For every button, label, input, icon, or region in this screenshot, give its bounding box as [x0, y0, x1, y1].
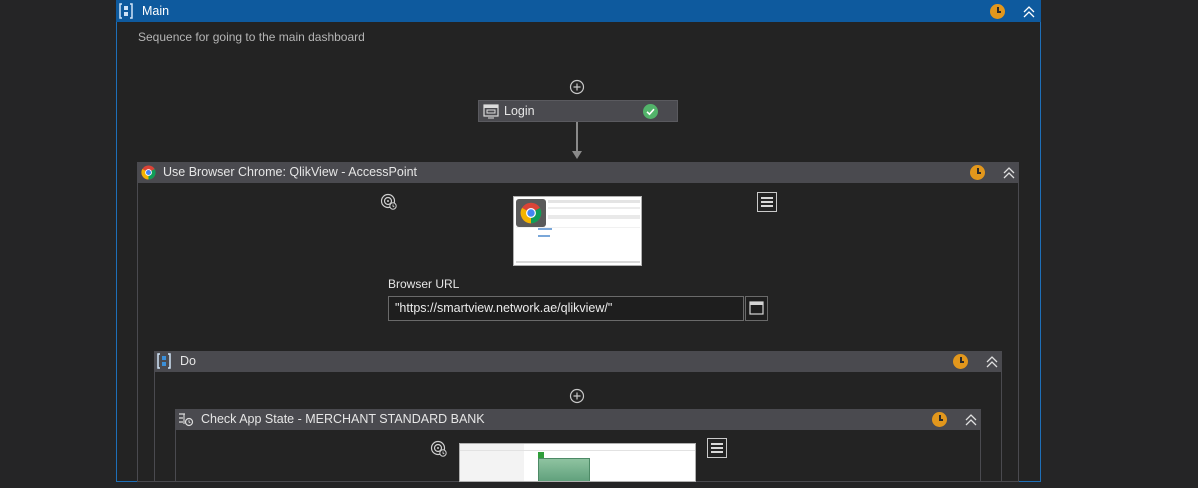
- do-title: Do: [180, 354, 196, 368]
- add-activity-button[interactable]: [569, 79, 585, 95]
- success-check-icon: [643, 104, 658, 119]
- do-header[interactable]: Do: [154, 351, 1002, 372]
- thumbnail-divider: [516, 227, 640, 228]
- login-activity[interactable]: Login: [478, 100, 678, 122]
- sequence-icon: [119, 3, 133, 19]
- collapse-icon[interactable]: [985, 355, 999, 369]
- properties-menu-button[interactable]: [707, 438, 727, 458]
- thumbnail-toolbar: [548, 207, 640, 209]
- browser-url-value: "https://smartview.network.ae/qlikview/": [395, 301, 613, 315]
- browser-url-label: Browser URL: [388, 277, 460, 291]
- target-indicate-icon[interactable]: [380, 193, 398, 211]
- browser-url-field[interactable]: "https://smartview.network.ae/qlikview/": [388, 296, 744, 321]
- thumbnail-toolbar: [548, 200, 640, 203]
- expression-editor-button[interactable]: [745, 296, 768, 321]
- thumbnail-image: [538, 458, 590, 481]
- thumbnail-footer: [516, 261, 640, 263]
- thumbnail-link: [538, 235, 550, 237]
- collapse-icon[interactable]: [1002, 166, 1016, 180]
- timer-badge-icon[interactable]: [932, 412, 947, 427]
- login-label: Login: [504, 104, 535, 118]
- collapse-icon[interactable]: [964, 413, 978, 427]
- flow-connector: [576, 122, 578, 153]
- canvas-bottom-edge: [0, 482, 1198, 488]
- window-icon: [749, 301, 764, 315]
- use-browser-header[interactable]: Use Browser Chrome: QlikView - AccessPoi…: [137, 162, 1019, 183]
- timer-badge-icon[interactable]: [970, 165, 985, 180]
- main-header[interactable]: Main: [116, 0, 1041, 22]
- collapse-icon[interactable]: [1022, 5, 1036, 19]
- check-app-state-title: Check App State - MERCHANT STANDARD BANK: [201, 412, 485, 426]
- timer-badge-icon[interactable]: [990, 4, 1005, 19]
- main-annotation[interactable]: Sequence for going to the main dashboard: [138, 29, 365, 45]
- chrome-icon: [520, 202, 542, 224]
- flow-arrow-icon: [572, 151, 582, 159]
- properties-menu-button[interactable]: [757, 192, 777, 212]
- window-icon: [483, 104, 499, 119]
- timer-badge-icon[interactable]: [953, 354, 968, 369]
- thumbnail-marker: [538, 452, 544, 458]
- chrome-icon: [141, 165, 156, 180]
- target-indicate-icon[interactable]: [430, 440, 448, 458]
- main-title: Main: [142, 4, 170, 18]
- check-app-state-icon: [179, 413, 194, 427]
- app-screenshot-thumbnail[interactable]: [459, 443, 696, 482]
- browser-screenshot-thumbnail[interactable]: [513, 196, 642, 266]
- thumbnail-divider: [460, 450, 695, 451]
- add-activity-button[interactable]: [569, 388, 585, 404]
- check-app-state-header[interactable]: Check App State - MERCHANT STANDARD BANK: [175, 409, 981, 430]
- thumbnail-toolbar: [548, 215, 640, 219]
- thumbnail-link: [538, 228, 552, 230]
- use-browser-title: Use Browser Chrome: QlikView - AccessPoi…: [163, 165, 418, 179]
- sequence-icon: [157, 353, 171, 369]
